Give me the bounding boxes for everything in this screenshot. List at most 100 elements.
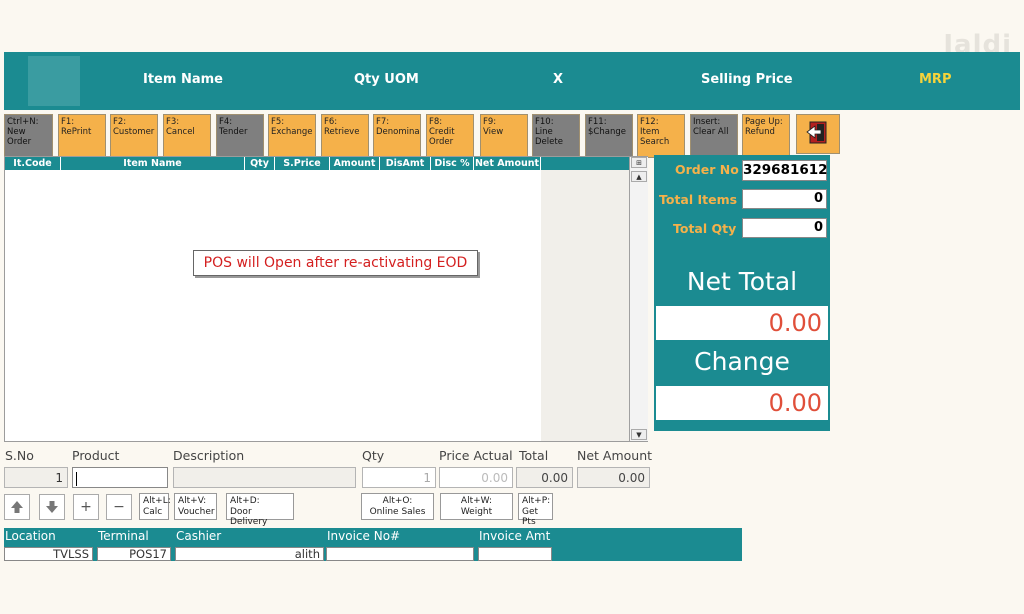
invoice-amt-value (478, 547, 552, 561)
customer-button[interactable]: F2: Customer (110, 114, 158, 158)
header-mrp: MRP (919, 72, 952, 87)
cancel-button[interactable]: F3: Cancel (163, 114, 211, 158)
line-delete-button[interactable]: F10: Line Delete (532, 114, 580, 158)
credit-order-button[interactable]: F8: Credit Order (426, 114, 474, 158)
button-label: $Change (588, 127, 626, 137)
product-input[interactable] (72, 467, 168, 488)
button-label: View (483, 127, 504, 137)
view-button[interactable]: F9: View (480, 114, 528, 158)
exit-button[interactable] (796, 114, 840, 154)
column-chooser-icon[interactable]: ⊞ (631, 157, 647, 168)
denomination-button[interactable]: F7: Denomina (373, 114, 421, 158)
eod-message: POS will Open after re-activating EOD (193, 250, 478, 276)
get-points-button[interactable]: Alt+P: Get Pts (518, 493, 553, 527)
button-label: Clear All (693, 127, 729, 137)
net-total-label: Net Total (686, 267, 798, 296)
item-image-placeholder (28, 56, 80, 106)
price-actual-input[interactable]: 0.00 (439, 467, 513, 488)
tender-button[interactable]: F4: Tender (216, 114, 264, 158)
total-items-label: Total Items (659, 192, 738, 207)
clear-all-button[interactable]: Insert: Clear All (690, 114, 738, 158)
scroll-down-button[interactable]: ▼ (631, 429, 647, 440)
exchange-button[interactable]: F5: Exchange (268, 114, 316, 158)
col-disamt[interactable]: DisAmt (380, 157, 431, 170)
shortcut-key: F9: (483, 117, 497, 127)
calc-button[interactable]: Alt+L: Calc (139, 493, 171, 520)
qty-input[interactable]: 1 (362, 467, 436, 488)
total-qty-value: 0 (742, 218, 827, 238)
col-net-amount[interactable]: Net Amount (474, 157, 541, 170)
price-actual-label: Price Actual (439, 448, 513, 463)
product-label: Product (72, 448, 120, 463)
decrease-qty-button[interactable]: − (106, 494, 132, 520)
change-value: 0.00 (656, 386, 828, 420)
item-search-button[interactable]: F12: Item Search (637, 114, 685, 158)
sno-label: S.No (5, 448, 34, 463)
weight-button[interactable]: Alt+W: Weight (440, 493, 513, 520)
qty-label: Qty (362, 448, 385, 463)
col-amount[interactable]: Amount (330, 157, 380, 170)
order-no-value: 329681612 (742, 160, 828, 181)
shortcut-key: Alt+V: (178, 496, 207, 506)
description-label: Description (173, 448, 245, 463)
net-amount-field: 0.00 (577, 467, 650, 488)
button-label: Calc (143, 506, 163, 517)
col-item-name[interactable]: Item Name (61, 157, 245, 170)
door-delivery-button[interactable]: Alt+D: Door Delivery (226, 493, 294, 527)
button-label: Denomina (376, 127, 420, 137)
shortcut-key: F5: (271, 117, 285, 127)
terminal-value: POS17 (97, 547, 171, 561)
shortcut-key: Alt+L: (143, 496, 171, 506)
button-label: New Order (7, 127, 32, 147)
terminal-label: Terminal (98, 529, 149, 543)
button-label: Item Search (640, 127, 670, 147)
shortcut-key: F12: (640, 117, 659, 127)
shortcut-key: F6: (324, 117, 338, 127)
exit-door-icon (806, 121, 827, 144)
invoice-amt-label: Invoice Amt (479, 529, 551, 543)
col-it-code[interactable]: It.Code (5, 157, 61, 170)
shortcut-key: F1: (61, 117, 75, 127)
items-grid[interactable]: It.Code Item Name Qty S.Price Amount Dis… (4, 156, 648, 442)
location-label: Location (5, 529, 56, 543)
button-label: Credit Order (429, 127, 455, 147)
voucher-button[interactable]: Alt+V: Voucher (174, 493, 217, 520)
grid-scrollbar[interactable]: ⊞ ▲ ▼ (629, 157, 648, 441)
col-qty[interactable]: Qty (245, 157, 275, 170)
text-cursor (76, 471, 77, 486)
col-s-price[interactable]: S.Price (275, 157, 330, 170)
shortcut-key: F3: (166, 117, 180, 127)
reprint-button[interactable]: F1: RePrint (58, 114, 106, 158)
change-button[interactable]: F11: $Change (585, 114, 633, 158)
shortcut-key: F7: (376, 117, 390, 127)
new-order-button[interactable]: Ctrl+N: New Order (4, 114, 53, 158)
shortcut-key: F4: (219, 117, 233, 127)
shortcut-key: Alt+O: (382, 496, 413, 506)
shortcut-key: Ctrl+N: (7, 117, 39, 127)
invoice-no-label: Invoice No# (327, 529, 401, 543)
button-label: Line Delete (535, 127, 563, 147)
online-sales-button[interactable]: Alt+O: Online Sales (361, 493, 434, 520)
move-down-button[interactable] (39, 494, 65, 520)
item-header-bar: Item Name Qty UOM X Selling Price MRP (4, 52, 1020, 110)
header-item-name: Item Name (143, 72, 223, 87)
up-arrow-icon (11, 501, 23, 513)
cashier-value: alith (175, 547, 324, 561)
net-total-value: 0.00 (656, 306, 828, 340)
retrieve-button[interactable]: F6: Retrieve (321, 114, 369, 158)
col-disc-pct[interactable]: Disc % (431, 157, 474, 170)
move-up-button[interactable] (4, 494, 30, 520)
shortcut-key: Insert: (693, 117, 721, 127)
shortcut-key: F8: (429, 117, 443, 127)
change-label: Change (694, 347, 790, 376)
shortcut-key: Alt+D: (230, 496, 260, 506)
shortcut-key: F10: (535, 117, 554, 127)
order-summary-panel: Order No 329681612 Total Items 0 Total Q… (654, 155, 830, 431)
button-label: Cancel (166, 127, 195, 137)
header-x: X (553, 72, 564, 87)
refund-button[interactable]: Page Up: Refund (742, 114, 790, 158)
scroll-up-button[interactable]: ▲ (631, 171, 647, 182)
location-value: TVLSS (4, 547, 93, 561)
button-label: Tender (219, 127, 248, 137)
increase-qty-button[interactable]: + (73, 494, 99, 520)
